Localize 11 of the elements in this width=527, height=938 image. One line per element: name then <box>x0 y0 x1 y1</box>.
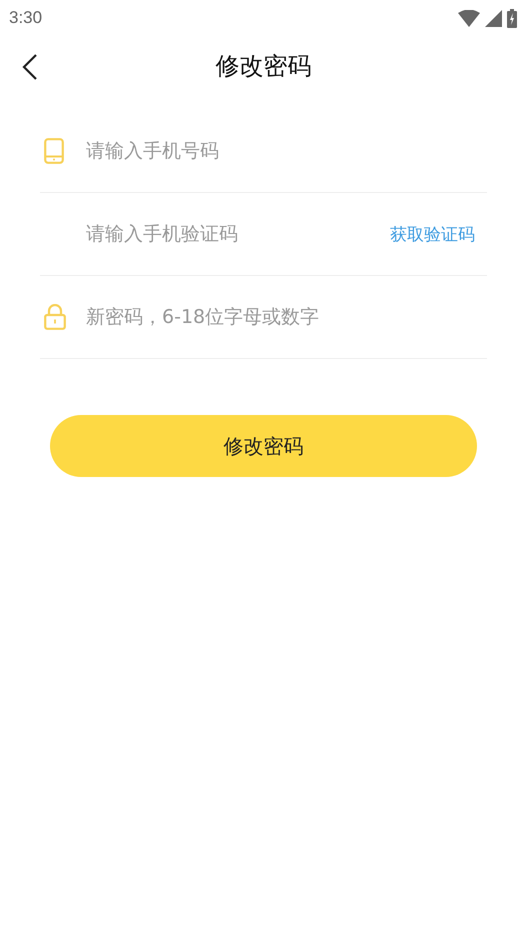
battery-icon <box>507 8 517 28</box>
submit-button[interactable]: 修改密码 <box>50 415 477 477</box>
phone-icon <box>44 138 64 164</box>
lock-icon <box>44 304 66 330</box>
status-time: 3:30 <box>9 8 42 28</box>
input-field[interactable]: 新密码，6-18位字母或数字 <box>86 306 487 328</box>
page-title: 修改密码 <box>216 51 312 82</box>
input-field[interactable]: 请输入手机号码 <box>86 140 487 162</box>
wifi-icon <box>458 10 480 26</box>
signal-icon <box>485 10 502 26</box>
input-field[interactable]: 请输入手机验证码 <box>86 223 390 245</box>
